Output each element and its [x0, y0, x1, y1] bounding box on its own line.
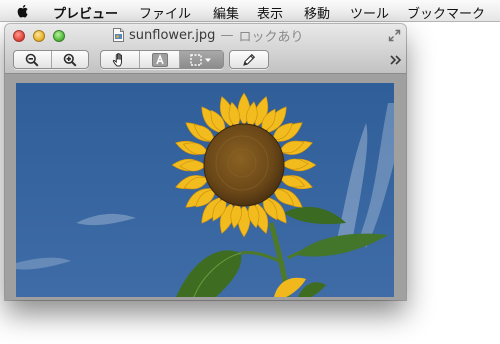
preview-window: sunflower.jpg — ロックあり — [5, 24, 406, 300]
menu-bookmarks[interactable]: ブックマーク — [407, 3, 485, 22]
minimize-window-button[interactable] — [33, 30, 45, 42]
zoom-in-icon — [63, 53, 77, 67]
menu-app-name[interactable]: プレビュー — [53, 3, 118, 22]
window-toolbar: sunflower.jpg — ロックあり — [5, 24, 406, 74]
image-document-icon[interactable] — [113, 28, 124, 42]
menu-edit[interactable]: 編集 — [213, 3, 239, 22]
apple-logo-icon[interactable] — [14, 2, 32, 20]
zoom-out-icon — [26, 53, 39, 67]
pencil-icon — [243, 53, 256, 66]
text-tool-button[interactable] — [139, 51, 179, 68]
sunflower-photo[interactable] — [16, 83, 394, 297]
title-separator: — — [220, 27, 234, 43]
chevron-double-right-icon[interactable] — [390, 55, 402, 65]
hand-tool-button[interactable] — [101, 51, 139, 68]
close-window-button[interactable] — [13, 30, 25, 42]
lock-status[interactable]: ロックあり — [238, 26, 303, 45]
hand-tool-icon — [112, 52, 122, 66]
text-tool-icon — [151, 52, 168, 67]
window-title: sunflower.jpg — ロックあり — [113, 26, 303, 45]
menu-file[interactable]: ファイル — [139, 3, 191, 22]
fullscreen-arrows-icon[interactable] — [388, 29, 401, 42]
menu-tools[interactable]: ツール — [350, 3, 389, 22]
zoom-in-button[interactable] — [50, 51, 88, 68]
menu-view[interactable]: 表示 — [257, 3, 283, 22]
zoom-control-group — [13, 50, 89, 69]
selection-tool-button[interactable] — [179, 51, 223, 68]
menu-go[interactable]: 移動 — [304, 3, 330, 22]
annotate-button[interactable] — [230, 51, 268, 68]
annotate-group — [229, 50, 269, 69]
zoom-window-button[interactable] — [53, 30, 65, 42]
selection-tool-icon — [189, 53, 211, 66]
window-filename: sunflower.jpg — [129, 27, 216, 43]
tool-control-group — [100, 50, 224, 69]
menu-bar: プレビュー ファイル 編集 表示 移動 ツール ブックマーク — [0, 0, 500, 22]
zoom-out-button[interactable] — [14, 51, 51, 68]
document-view — [5, 74, 406, 300]
